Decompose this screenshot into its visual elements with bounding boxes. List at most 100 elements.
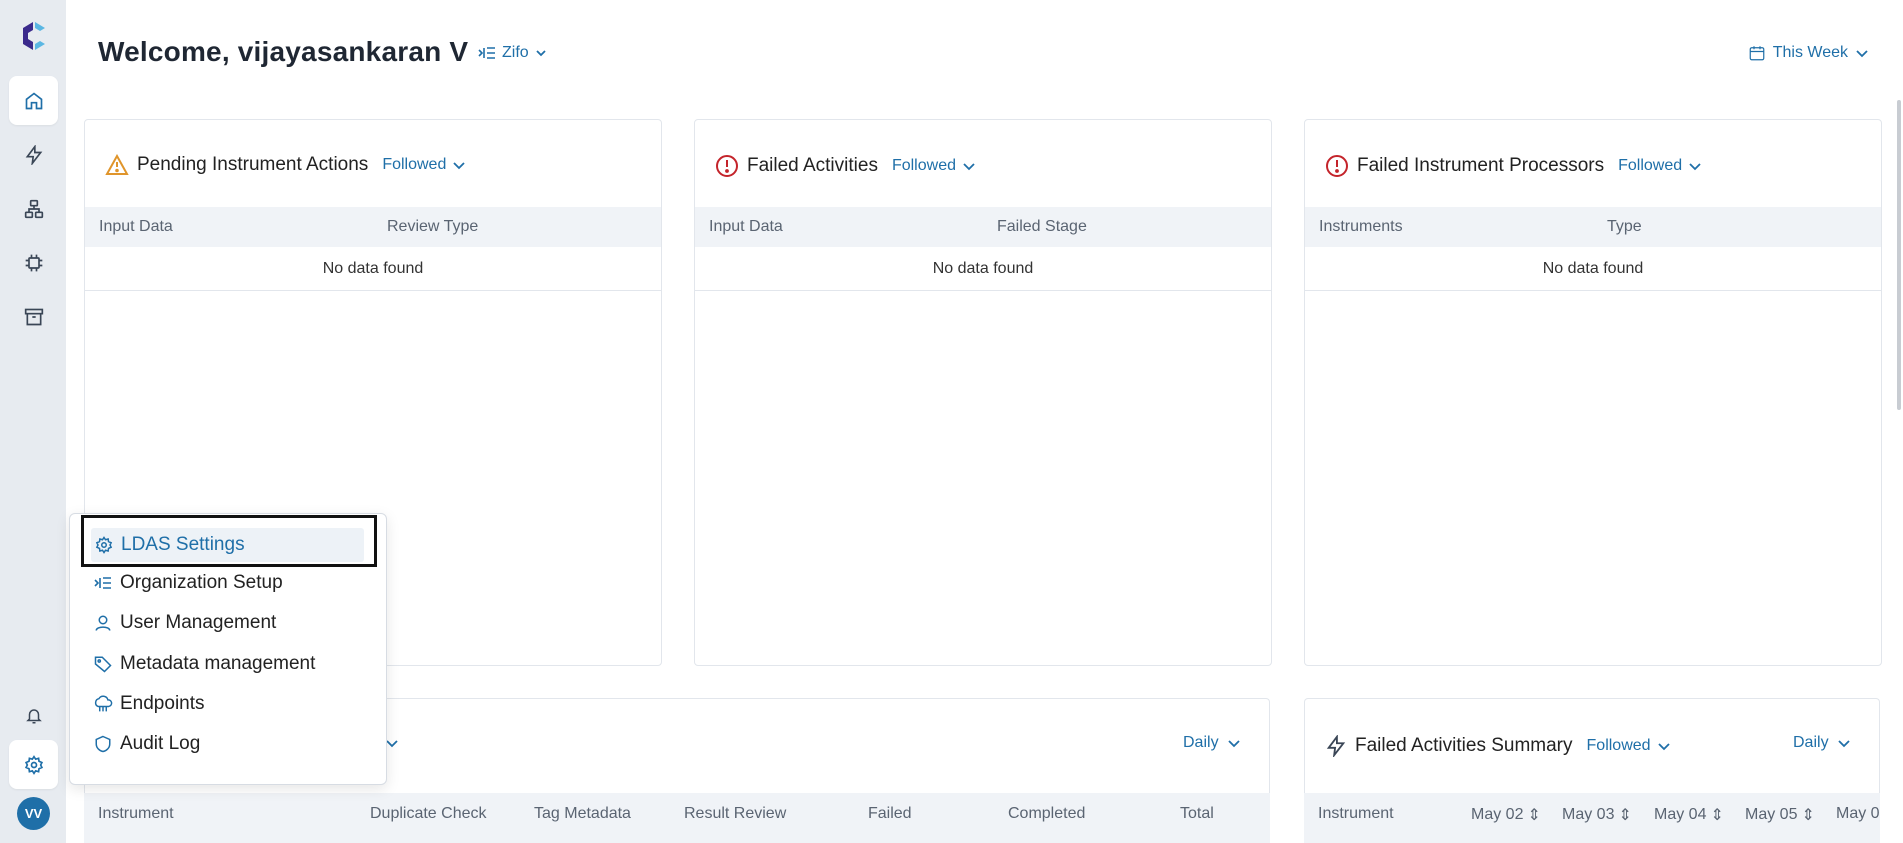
column-header[interactable]: May 02 ⇕ (1471, 805, 1541, 825)
card-header: Pending Instrument Actions Followed (105, 154, 466, 176)
shield-icon (92, 733, 114, 755)
chevron-down-icon (1855, 49, 1869, 58)
column-header[interactable]: Result Review (684, 805, 786, 823)
sort-icon: ⇕ (1527, 807, 1541, 824)
org-list-icon (92, 572, 114, 594)
menu-item-organization-setup[interactable]: Organization Setup (92, 572, 283, 594)
sort-icon: ⇕ (1801, 807, 1815, 824)
error-circle-icon (1325, 154, 1349, 178)
column-header[interactable]: Duplicate Check (370, 805, 487, 823)
menu-item-metadata-management[interactable]: Metadata management (92, 653, 315, 675)
org-name: Zifo (502, 44, 529, 61)
filter-label: Followed (382, 156, 447, 173)
menu-item-label: Endpoints (120, 693, 205, 714)
daily-selector[interactable]: Daily (1183, 734, 1241, 752)
card-title: Failed Activities (747, 155, 878, 176)
sort-icon: ⇕ (1618, 807, 1632, 824)
table-header: Instrument May 02 ⇕ May 03 ⇕ May 04 ⇕ May 0… (1304, 793, 1880, 843)
card-failed-instrument-processors: Failed Instrument Processors Followed In… (1304, 119, 1882, 666)
column-header[interactable]: Input Data (709, 218, 783, 236)
empty-state: No data found (85, 247, 661, 291)
filter-label: Followed (891, 157, 956, 174)
card-title: Pending Instrument Actions (137, 154, 369, 175)
column-header[interactable]: Failed (868, 805, 912, 823)
daily-selector[interactable]: Daily (1793, 734, 1851, 752)
cloud-endpoint-icon (92, 693, 114, 715)
column-header[interactable]: Instruments (1319, 218, 1403, 236)
chevron-down-icon (962, 162, 976, 171)
chevron-down-icon (1227, 739, 1241, 748)
menu-item-label: Audit Log (120, 733, 201, 754)
menu-item-audit-log[interactable]: Audit Log (92, 733, 200, 755)
chip-icon (24, 253, 44, 273)
period-label: Daily (1183, 734, 1219, 751)
card-header: Failed Instrument Processors Followed (1325, 154, 1702, 178)
warning-icon (105, 154, 129, 176)
column-header[interactable]: May 05 ⇕ (1745, 805, 1815, 825)
menu-item-label: Organization Setup (120, 572, 283, 593)
chevron-down-icon (1657, 742, 1671, 751)
period-label: Daily (1793, 734, 1829, 751)
column-header[interactable]: Input Data (99, 218, 173, 236)
scrollbar[interactable] (1897, 100, 1901, 410)
empty-state: No data found (695, 247, 1271, 291)
settings-button[interactable] (9, 740, 58, 789)
avatar[interactable]: VV (17, 797, 50, 830)
column-header[interactable]: Type (1607, 218, 1642, 236)
nav-archive[interactable] (9, 292, 58, 341)
chevron-down-icon (535, 49, 547, 57)
tag-icon (92, 653, 114, 675)
column-header[interactable]: Instrument (1318, 805, 1394, 823)
column-header[interactable]: Tag Metadata (534, 805, 631, 823)
chevron-down-icon (452, 161, 466, 170)
table-header: Instruments Type (1305, 207, 1881, 247)
gear-icon (24, 754, 44, 775)
chevron-down-icon[interactable] (385, 739, 399, 748)
card-header: Failed Activities Followed (715, 154, 976, 178)
app-logo[interactable] (19, 20, 47, 52)
home-icon (24, 91, 44, 111)
nav-pipelines[interactable] (9, 184, 58, 233)
network-icon (24, 199, 44, 219)
menu-item-user-management[interactable]: User Management (92, 612, 276, 634)
empty-state: No data found (1305, 247, 1881, 291)
column-header[interactable]: Total (1180, 805, 1214, 823)
period-label: This Week (1772, 44, 1848, 61)
followed-filter[interactable]: Followed (1618, 157, 1702, 175)
org-list-icon (478, 46, 496, 60)
filter-label: Followed (1586, 737, 1651, 754)
card-title: Failed Activities Summary (1355, 735, 1573, 756)
page-title: Welcome, vijayasankaran V (98, 36, 469, 67)
column-header[interactable]: May 03 ⇕ (1562, 805, 1632, 825)
period-selector[interactable]: This Week (1748, 44, 1869, 62)
followed-filter[interactable]: Followed (382, 156, 466, 174)
followed-filter[interactable]: Followed (892, 157, 976, 175)
sidebar: VV (0, 0, 66, 843)
column-header[interactable]: Completed (1008, 805, 1085, 823)
calendar-icon (1748, 44, 1766, 62)
archive-icon (24, 307, 44, 327)
user-icon (92, 612, 114, 634)
table-header: Input Data Failed Stage (695, 207, 1271, 247)
column-header[interactable]: Failed Stage (997, 218, 1087, 236)
notifications-button[interactable] (9, 696, 58, 736)
sort-icon: ⇕ (1710, 807, 1724, 824)
column-header[interactable]: May 04 ⇕ (1654, 805, 1724, 825)
followed-filter[interactable]: Followed (1587, 737, 1671, 755)
card-title: Failed Instrument Processors (1357, 155, 1605, 176)
table-header: Instrument Duplicate Check Tag Metadata … (84, 793, 1270, 843)
column-header[interactable]: May 0 (1836, 805, 1880, 823)
nav-activities[interactable] (9, 130, 58, 179)
bell-icon (25, 707, 43, 725)
chevron-down-icon (1688, 162, 1702, 171)
card-header: Failed Activities Summary Followed (1325, 735, 1671, 757)
error-circle-icon (715, 154, 739, 178)
menu-item-endpoints[interactable]: Endpoints (92, 693, 205, 715)
filter-label: Followed (1618, 157, 1683, 174)
column-header[interactable]: Instrument (98, 805, 174, 823)
nav-instruments[interactable] (9, 238, 58, 287)
org-selector[interactable]: Zifo (478, 44, 547, 62)
column-header[interactable]: Review Type (387, 218, 478, 236)
menu-item-label: Metadata management (120, 653, 316, 674)
nav-home[interactable] (9, 76, 58, 125)
